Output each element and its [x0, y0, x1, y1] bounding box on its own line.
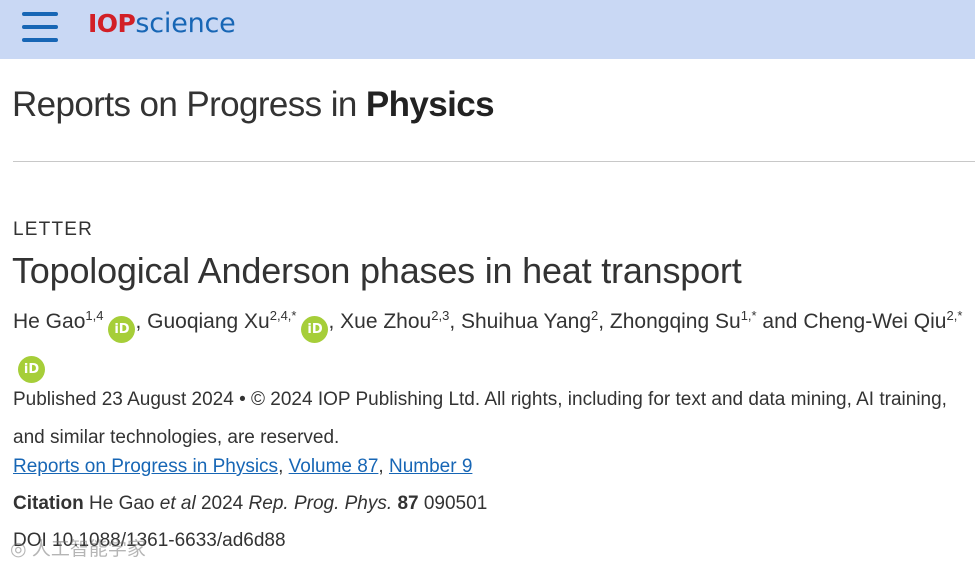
top-bar: IOP science	[0, 0, 975, 59]
citation: Citation He Gao et al 2024 Rep. Prog. Ph…	[13, 493, 487, 515]
brand-iop-text: IOP	[88, 9, 136, 38]
author-affiliation: 2,4,*	[269, 308, 297, 323]
author-name[interactable]: He Gao	[13, 310, 85, 333]
citation-journal: Rep. Prog. Phys.	[248, 493, 393, 514]
author-separator: and	[756, 310, 804, 333]
menu-line	[22, 12, 58, 16]
journal-link[interactable]: Reports on Progress in Physics	[13, 456, 278, 477]
iopscience-logo-link[interactable]: IOP science	[88, 8, 236, 42]
citation-author: He Gao	[89, 493, 155, 514]
menu-line	[22, 25, 58, 29]
article-type: LETTER	[13, 219, 94, 240]
author-separator: ,	[328, 310, 341, 333]
issue-links: Reports on Progress in Physics, Volume 8…	[13, 456, 472, 478]
citation-article-number: 090501	[423, 493, 488, 514]
author-affiliation: 2,*	[946, 308, 963, 323]
link-separator: ,	[378, 456, 389, 477]
citation-etal: et al	[159, 493, 196, 514]
author-affiliation: 1,4	[85, 308, 104, 323]
author-affiliation: 1,*	[740, 308, 757, 323]
journal-title-bold: Physics	[365, 85, 495, 124]
author-affiliation: 2,3	[431, 308, 450, 323]
citation-label: Citation	[13, 493, 84, 514]
watermark: ◎ 人工智能学家	[10, 539, 146, 560]
number-link[interactable]: Number 9	[389, 456, 472, 477]
menu-line	[22, 38, 58, 42]
journal-title[interactable]: Reports on Progress in Physics	[12, 85, 495, 125]
header-divider	[13, 161, 975, 162]
citation-volume: 87	[397, 493, 419, 514]
author-name[interactable]: Guoqiang Xu	[147, 310, 270, 333]
article-title: Topological Anderson phases in heat tran…	[12, 250, 742, 291]
hamburger-menu-icon[interactable]	[20, 11, 60, 43]
author-separator: ,	[598, 310, 610, 333]
volume-link[interactable]: Volume 87	[289, 456, 379, 477]
author-name[interactable]: Xue Zhou	[340, 310, 431, 333]
orcid-icon[interactable]: iD	[108, 316, 136, 343]
brand-science-text: science	[135, 8, 236, 39]
journal-title-regular: Reports on Progress in	[12, 85, 366, 124]
citation-year: 2024	[200, 493, 244, 514]
publication-info: Published 23 August 2024 • © 2024 IOP Pu…	[13, 389, 947, 448]
author-name[interactable]: Cheng-Wei Qiu	[803, 310, 946, 333]
author-name[interactable]: Shuihua Yang	[461, 310, 591, 333]
author-list: He Gao1,4 iD, Guoqiang Xu2,4,* iD, Xue Zho…	[13, 303, 968, 383]
orcid-icon[interactable]: iD	[18, 356, 45, 383]
author-name[interactable]: Zhongqing Su	[610, 310, 741, 333]
author-separator: ,	[135, 310, 148, 333]
orcid-icon[interactable]: iD	[301, 316, 329, 343]
link-separator: ,	[278, 456, 289, 477]
author-separator: ,	[449, 310, 461, 333]
